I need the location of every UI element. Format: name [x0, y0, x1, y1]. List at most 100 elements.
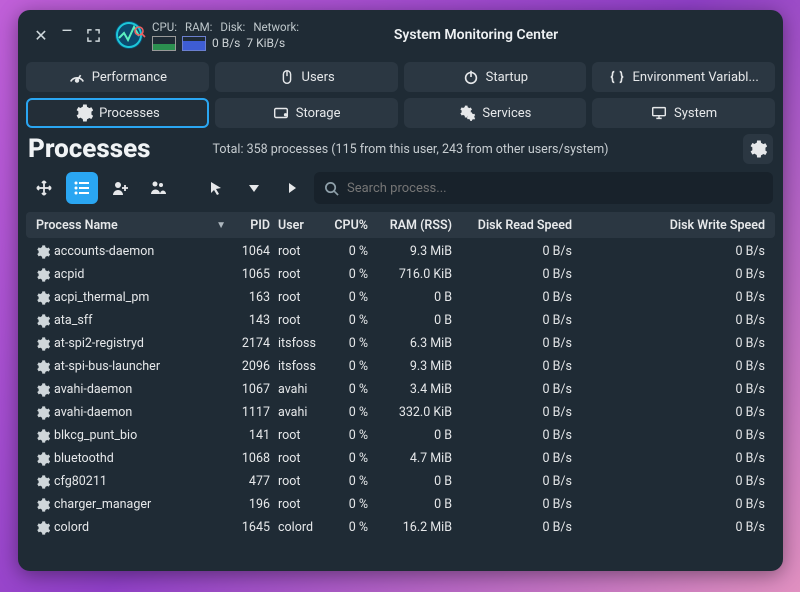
col-user[interactable]: User [274, 218, 324, 233]
process-user: root [274, 290, 324, 305]
process-disk-read: 0 B/s [456, 336, 576, 351]
process-disk-read: 0 B/s [456, 313, 576, 328]
sort-down-button[interactable] [238, 172, 270, 204]
table-row[interactable]: cfg80211477root0 %0 B0 B/s0 B/s [26, 470, 775, 493]
table-row[interactable]: acpi_thermal_pm163root0 %0 B0 B/s0 B/s [26, 286, 775, 309]
table-row[interactable]: accounts-daemon1064root0 %9.3 MiB0 B/s0 … [26, 240, 775, 263]
process-pid: 143 [230, 313, 274, 328]
process-name: at-spi-bus-launcher [54, 359, 160, 374]
process-name: colord [54, 520, 89, 535]
process-ram: 9.3 MiB [372, 359, 456, 374]
process-pid: 141 [230, 428, 274, 443]
window-minimize-button[interactable]: – [54, 22, 80, 48]
col-cpu[interactable]: CPU% [324, 218, 372, 233]
table-body[interactable]: accounts-daemon1064root0 %9.3 MiB0 B/s0 … [26, 240, 775, 539]
sort-right-button[interactable] [276, 172, 308, 204]
process-icon [36, 475, 50, 489]
col-disk-read[interactable]: Disk Read Speed [456, 218, 576, 233]
table-row[interactable]: at-spi2-registryd2174itsfoss0 %6.3 MiB0 … [26, 332, 775, 355]
table-row[interactable]: avahi-daemon1067avahi0 %3.4 MiB0 B/s0 B/… [26, 378, 775, 401]
process-disk-write: 0 B/s [576, 497, 769, 512]
tab-label: System [674, 106, 717, 121]
process-name: ata_sff [54, 313, 92, 328]
tab-storage[interactable]: Storage [215, 98, 398, 128]
tab-performance[interactable]: Performance [26, 62, 209, 92]
process-disk-read: 0 B/s [456, 290, 576, 305]
table-row[interactable]: acpid1065root0 %716.0 KiB0 B/s0 B/s [26, 263, 775, 286]
main-tabs: Performance UsersStartupEnvironment Varia… [18, 58, 783, 134]
network-speed-value: 7 KiB/s [246, 36, 285, 50]
process-cpu: 0 % [324, 290, 372, 305]
table-row[interactable]: colord1645colord0 %16.2 MiB0 B/s0 B/s [26, 516, 775, 539]
cpu-chip [152, 36, 176, 51]
window-maximize-button[interactable] [80, 22, 106, 48]
process-icon [36, 383, 50, 397]
tab-label: Processes [99, 106, 160, 121]
table-row[interactable]: avahi-daemon1117avahi0 %332.0 KiB0 B/s0 … [26, 401, 775, 424]
drive-icon [272, 104, 290, 122]
col-ram[interactable]: RAM (RSS) [372, 218, 456, 233]
table-row[interactable]: charger_manager196root0 %0 B0 B/s0 B/s [26, 493, 775, 516]
process-icon [36, 452, 50, 466]
col-disk-write[interactable]: Disk Write Speed [576, 218, 769, 233]
heading-row: Processes Total: 358 processes (115 from… [18, 134, 783, 168]
search-field[interactable] [314, 172, 773, 204]
table-row[interactable]: at-spi-bus-launcher2096itsfoss0 %9.3 MiB… [26, 355, 775, 378]
process-ram: 16.2 MiB [372, 520, 456, 535]
process-table: Process Name ▼ PID User CPU% RAM (RSS) D… [18, 212, 783, 571]
process-icon [36, 429, 50, 443]
process-name: acpi_thermal_pm [54, 290, 149, 305]
process-icon [36, 521, 50, 535]
tab-label: Performance [92, 70, 167, 85]
process-disk-write: 0 B/s [576, 359, 769, 374]
process-disk-read: 0 B/s [456, 474, 576, 489]
expand-all-button[interactable] [28, 172, 60, 204]
process-user: avahi [274, 382, 324, 397]
process-toolbar [18, 168, 783, 212]
table-header[interactable]: Process Name ▼ PID User CPU% RAM (RSS) D… [26, 212, 775, 238]
gauge-icon [68, 68, 86, 86]
process-icon [36, 406, 50, 420]
tab-users[interactable]: Users [215, 62, 398, 92]
process-disk-write: 0 B/s [576, 313, 769, 328]
process-pid: 1065 [230, 267, 274, 282]
col-pid[interactable]: PID [230, 218, 274, 233]
table-row[interactable]: bluetoothd1068root0 %4.7 MiB0 B/s0 B/s [26, 447, 775, 470]
process-user: root [274, 497, 324, 512]
tab-startup[interactable]: Startup [404, 62, 587, 92]
search-icon [324, 181, 339, 196]
table-row[interactable]: ata_sff143root0 %0 B0 B/s0 B/s [26, 309, 775, 332]
tab-processes[interactable]: Processes [26, 98, 209, 128]
window-close-button[interactable]: ✕ [28, 22, 54, 48]
process-icon [36, 314, 50, 328]
gears-icon [458, 104, 476, 122]
tab-label: Services [482, 106, 531, 121]
search-input[interactable] [347, 181, 763, 196]
process-pid: 196 [230, 497, 274, 512]
page-heading: Processes [28, 134, 151, 164]
process-name: avahi-daemon [54, 405, 132, 420]
tab-env[interactable]: Environment Variabl... [592, 62, 775, 92]
show-all-processes-button[interactable] [142, 172, 174, 204]
process-user: root [274, 451, 324, 466]
process-disk-read: 0 B/s [456, 244, 576, 259]
settings-button[interactable] [743, 134, 773, 164]
process-disk-write: 0 B/s [576, 267, 769, 282]
process-user: root [274, 428, 324, 443]
process-user: avahi [274, 405, 324, 420]
process-ram: 0 B [372, 428, 456, 443]
tab-system[interactable]: System [592, 98, 775, 128]
show-user-processes-button[interactable] [104, 172, 136, 204]
process-disk-write: 0 B/s [576, 428, 769, 443]
process-ram: 716.0 KiB [372, 267, 456, 282]
process-cpu: 0 % [324, 244, 372, 259]
process-name: blkcg_punt_bio [54, 428, 137, 443]
col-process-name: Process Name ▼ [32, 218, 230, 233]
list-view-button[interactable] [66, 172, 98, 204]
table-row[interactable]: blkcg_punt_bio141root0 %0 B0 B/s0 B/s [26, 424, 775, 447]
cursor-select-button[interactable] [200, 172, 232, 204]
tab-services[interactable]: Services [404, 98, 587, 128]
process-ram: 332.0 KiB [372, 405, 456, 420]
network-label: Network: [253, 20, 299, 34]
process-disk-write: 0 B/s [576, 382, 769, 397]
